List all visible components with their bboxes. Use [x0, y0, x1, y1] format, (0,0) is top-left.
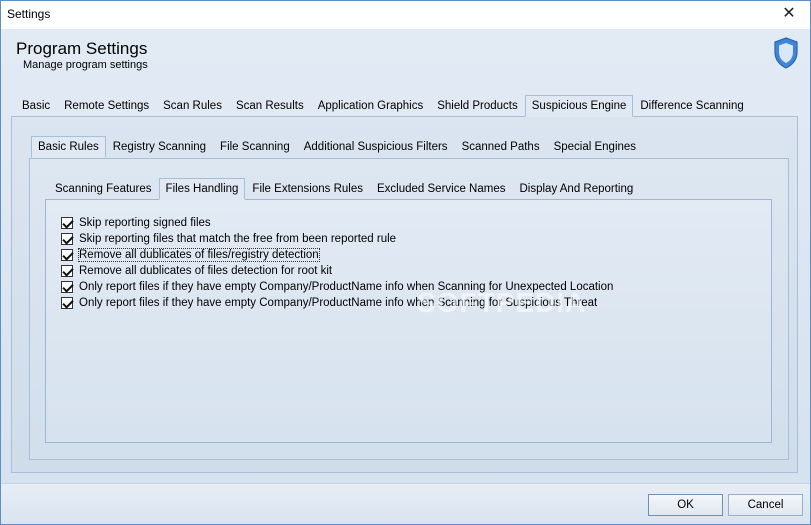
innertab-files-handling[interactable]: Files Handling	[158, 178, 246, 200]
subtab-registry-scanning[interactable]: Registry Scanning	[106, 136, 213, 158]
subtab-additional-suspicious-filters[interactable]: Additional Suspicious Filters	[297, 136, 455, 158]
tab-scan-results[interactable]: Scan Results	[229, 95, 311, 117]
tab-scan-rules[interactable]: Scan Rules	[156, 95, 229, 117]
innertab-scanning-features[interactable]: Scanning Features	[48, 178, 159, 200]
tab-remote-settings[interactable]: Remote Settings	[57, 95, 156, 117]
option-checkbox-row[interactable]: Skip reporting files that match the free…	[61, 231, 613, 247]
page-title: Program Settings	[16, 39, 148, 58]
subtab-scanned-paths[interactable]: Scanned Paths	[455, 136, 547, 158]
option-checkbox-row[interactable]: Remove all dublicates of files/registry …	[61, 247, 613, 263]
innertab-excluded-service-names[interactable]: Excluded Service Names	[370, 178, 512, 200]
option-label: Remove all dublicates of files detection…	[79, 265, 333, 277]
tab-difference-scanning[interactable]: Difference Scanning	[633, 95, 750, 117]
checkbox[interactable]	[61, 297, 73, 309]
option-label: Skip reporting files that match the free…	[79, 233, 397, 245]
ok-button[interactable]: OK	[648, 494, 723, 516]
tab-shield-products[interactable]: Shield Products	[430, 95, 525, 117]
option-label: Skip reporting signed files	[79, 217, 211, 229]
subtab-file-scanning[interactable]: File Scanning	[213, 136, 297, 158]
checkbox[interactable]	[61, 281, 73, 293]
close-icon[interactable]: ✕	[774, 3, 804, 25]
main-tabs: Basic Remote Settings Scan Rules Scan Resul…	[15, 95, 751, 117]
title-bar: Settings ✕	[1, 1, 810, 29]
subtab-special-engines[interactable]: Special Engines	[547, 136, 643, 158]
checkbox[interactable]	[61, 265, 73, 277]
option-checkbox-row[interactable]: Remove all dublicates of files detection…	[61, 263, 613, 279]
tab-basic[interactable]: Basic	[15, 95, 57, 117]
tab-application-graphics[interactable]: Application Graphics	[311, 95, 430, 117]
option-checkbox-row[interactable]: Skip reporting signed files	[61, 215, 613, 231]
dialog-footer: OK Cancel	[1, 483, 810, 524]
shield-icon	[774, 37, 798, 69]
innertab-file-extensions-rules[interactable]: File Extensions Rules	[245, 178, 370, 200]
inner-tabs: Scanning Features Files Handling File Exte…	[48, 178, 640, 200]
tab-suspicious-engine[interactable]: Suspicious Engine	[524, 95, 634, 117]
checkbox[interactable]	[61, 249, 73, 261]
subtab-basic-rules[interactable]: Basic Rules	[31, 136, 106, 158]
watermark: SOFTPEDIA	[417, 287, 587, 318]
page-subtitle: Manage program settings	[23, 59, 148, 71]
checkbox[interactable]	[61, 217, 73, 229]
settings-window: Settings ✕ Program Settings Manage progr…	[0, 0, 811, 525]
innertab-display-and-reporting[interactable]: Display And Reporting	[512, 178, 640, 200]
option-label: Remove all dublicates of files/registry …	[78, 248, 320, 262]
checkbox[interactable]	[61, 233, 73, 245]
sub-tabs: Basic Rules Registry Scanning File Scannin…	[31, 136, 643, 158]
cancel-button[interactable]: Cancel	[728, 494, 803, 516]
window-title: Settings	[7, 7, 51, 21]
